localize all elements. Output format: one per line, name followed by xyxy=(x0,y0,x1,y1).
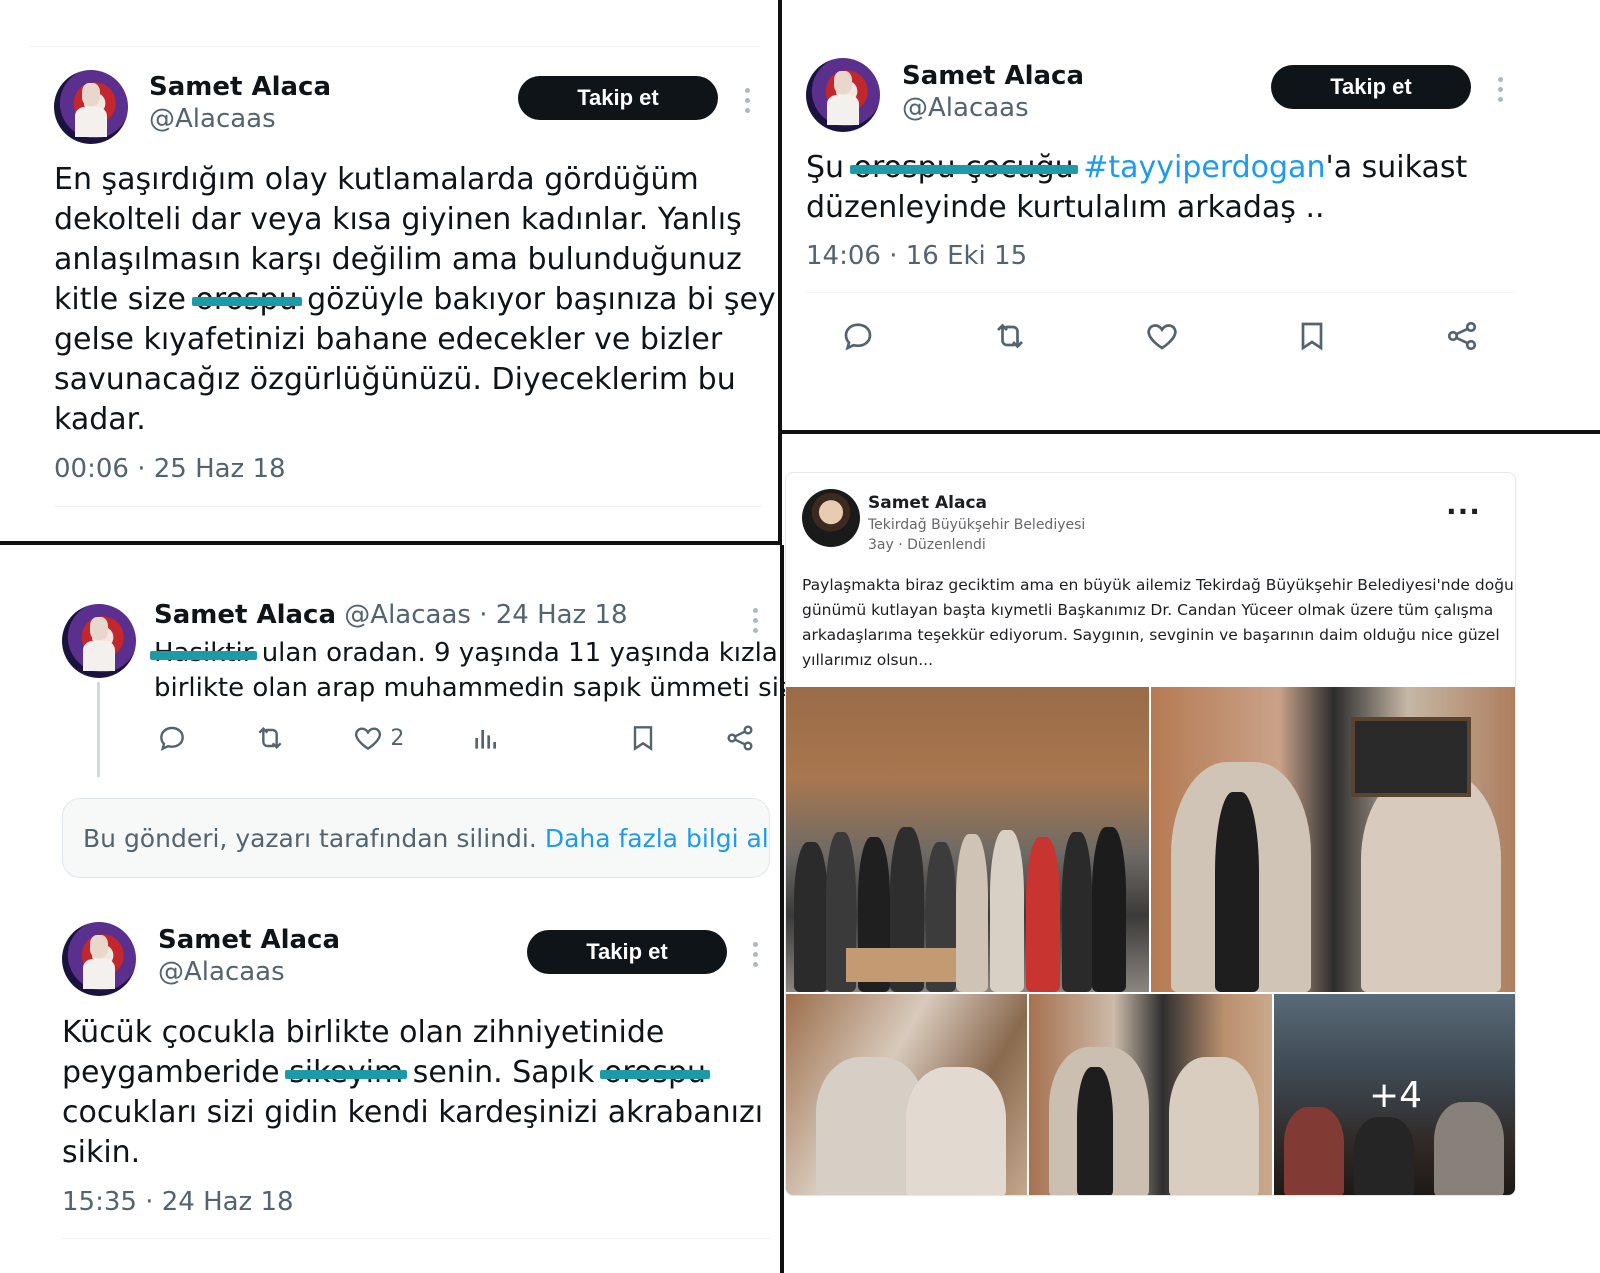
tweet1-text-line: dekolteli dar veya kısa giyinen kadınlar… xyxy=(54,202,742,237)
photo-dinner[interactable]: +4 xyxy=(1274,994,1515,1195)
tweet4-text-segment: senin. Sapık xyxy=(412,1055,595,1090)
retweet-icon[interactable] xyxy=(990,318,1030,354)
photo-group-celebration[interactable] xyxy=(786,687,1149,992)
tweet1-text-line: savunacağız özgürlüğünüzü. Diyeceklerim … xyxy=(54,362,736,397)
fb-author-name[interactable]: Samet Alaca xyxy=(868,493,987,513)
tweet3-text-line: birlikte olan arap muhammedin sapık ümme… xyxy=(154,673,800,703)
tweet4-text-line: peygamberide sikeyim senin. Sapık orospu xyxy=(62,1053,772,1093)
tweet1-top-separator xyxy=(30,46,760,47)
more-icon[interactable]: ··· xyxy=(1446,495,1481,528)
redacted-word: orospu çocuğu xyxy=(849,148,1078,188)
panel-divider-horizontal-right xyxy=(782,430,1600,434)
tweet3-text: Hasiktir ulan oradan. 9 yaşında 11 yaşın… xyxy=(149,636,800,706)
tweet2-name[interactable]: Samet Alaca xyxy=(902,61,1084,91)
fb-page-name[interactable]: Tekirdağ Büyükşehir Belediyesi xyxy=(868,517,1085,533)
tweet4-timestamp[interactable]: 15:35 · 24 Haz 18 xyxy=(62,1187,294,1217)
tweet4-text-line: cocukları sizi gidin kendi kardeşinizi a… xyxy=(62,1095,764,1130)
fb-avatar[interactable] xyxy=(802,489,860,547)
tweet1-timestamp[interactable]: 00:06 · 25 Haz 18 xyxy=(54,454,286,484)
photo-greeting[interactable] xyxy=(1029,994,1272,1195)
tweet4-bottom-separator xyxy=(62,1238,770,1239)
share-icon[interactable] xyxy=(724,722,756,754)
tweet1-follow-button[interactable]: Takip et xyxy=(518,76,718,120)
tweet2-handle[interactable]: @Alacaas xyxy=(902,93,1029,123)
tweet2-timestamp[interactable]: 14:06 · 16 Eki 15 xyxy=(806,241,1027,271)
tweet1-text-segment: gözüyle bakıyor başınıza bi şey xyxy=(307,282,776,317)
deleted-post-notice: Bu gönderi, yazarı tarafından silindi. D… xyxy=(62,798,770,878)
photo-handshake[interactable] xyxy=(1151,687,1515,992)
fb-text-line: günümü kutlayan başta kıymetli Başkanımı… xyxy=(802,601,1494,619)
tweet1-more-icon[interactable] xyxy=(745,88,751,113)
tweet3-name[interactable]: Samet Alaca xyxy=(154,600,336,630)
tweet3-action-bar: 2 xyxy=(156,722,756,754)
panel-divider-vertical-top xyxy=(778,0,782,545)
tweet2-text-segment: Şu xyxy=(806,150,845,185)
bookmark-icon[interactable] xyxy=(1294,318,1330,354)
tweet4-text: Kücük çocukla birlikte olan zihniyetinid… xyxy=(62,1013,772,1173)
redacted-word: orospu xyxy=(191,280,302,320)
deleted-notice-text: Bu gönderi, yazarı tarafından silindi. xyxy=(83,823,537,853)
tweet3-avatar[interactable] xyxy=(62,604,136,678)
share-icon[interactable] xyxy=(1444,318,1480,354)
like-icon[interactable] xyxy=(1144,318,1180,354)
tweet1-text-line: kadar. xyxy=(54,402,146,437)
tweet1-bottom-separator xyxy=(54,506,762,507)
tweet3-more-icon[interactable] xyxy=(753,608,759,633)
tweet4-avatar[interactable] xyxy=(62,922,136,996)
tweet2-text-line: Şu orospu çocuğu #tayyiperdogan'a suikas… xyxy=(806,148,1526,188)
tweet4-text-line: sikin. xyxy=(62,1135,141,1170)
tweet1-text-line: gelse kıyafetinizi bahane edecekler ve b… xyxy=(54,322,723,357)
tweet1-text-line: En şaşırdığım olay kutlamalarda gördüğüm xyxy=(54,162,699,197)
tweet1-name[interactable]: Samet Alaca xyxy=(149,72,331,102)
facebook-post-card: Samet Alaca Tekirdağ Büyükşehir Belediye… xyxy=(785,472,1516,1196)
tweet2-action-bar xyxy=(840,318,1480,354)
tweet3-text-line: Hasiktir ulan oradan. 9 yaşında 11 yaşın… xyxy=(149,636,778,671)
tweet1-text: En şaşırdığım olay kutlamalarda gördüğüm… xyxy=(54,160,776,440)
fb-text-line: yıllarımız olsun... xyxy=(802,651,934,669)
tweet4-name[interactable]: Samet Alaca xyxy=(158,925,340,955)
tweet2-text-segment: 'a suikast xyxy=(1325,150,1468,185)
tweet4-handle[interactable]: @Alacaas xyxy=(158,957,285,987)
like-icon[interactable]: 2 xyxy=(352,722,404,754)
redacted-word: Hasiktir xyxy=(149,636,258,671)
tweet4-more-icon[interactable] xyxy=(753,942,759,967)
photo-hug[interactable] xyxy=(786,994,1027,1195)
learn-more-link[interactable]: Daha fazla bilgi al xyxy=(545,824,769,853)
fb-post-time[interactable]: 3ay · Düzenlendi xyxy=(868,537,986,553)
tweet1-text-line: kitle size orospu gözüyle bakıyor başını… xyxy=(54,280,776,320)
tweet3-header: Samet Alaca @Alacaas · 24 Haz 18 xyxy=(154,600,628,630)
more-photos-overlay[interactable]: +4 xyxy=(1274,994,1515,1195)
tweet2-text-line: düzenleyinde kurtulalım arkadaş .. xyxy=(806,190,1325,225)
views-icon[interactable] xyxy=(470,722,502,754)
tweet4-text-segment: peygamberide xyxy=(62,1055,280,1090)
tweet4-follow-button[interactable]: Takip et xyxy=(527,930,727,974)
like-count: 2 xyxy=(390,725,405,751)
redacted-word: orospu xyxy=(599,1053,711,1093)
hashtag-link[interactable]: #tayyiperdogan xyxy=(1083,150,1325,185)
bookmark-icon[interactable] xyxy=(627,722,659,754)
redacted-word: sikeyim xyxy=(285,1053,408,1093)
tweet4-text-line: Kücük çocukla birlikte olan zihniyetinid… xyxy=(62,1015,665,1050)
reply-icon[interactable] xyxy=(840,318,876,354)
thread-connector-line xyxy=(97,682,100,777)
tweet3-handle-date[interactable]: @Alacaas · 24 Haz 18 xyxy=(344,600,627,630)
tweet2-separator xyxy=(806,292,1516,293)
panel-divider-horizontal-left xyxy=(0,541,782,545)
tweet2-text: Şu orospu çocuğu #tayyiperdogan'a suikas… xyxy=(806,148,1526,228)
fb-text-line: arkadaşlarıma teşekkür ediyorum. Saygını… xyxy=(802,626,1500,644)
tweet2-more-icon[interactable] xyxy=(1498,77,1504,102)
tweet1-avatar[interactable] xyxy=(54,70,128,144)
tweet2-avatar[interactable] xyxy=(806,58,880,132)
tweet2-follow-button[interactable]: Takip et xyxy=(1271,65,1471,109)
fb-post-text: Paylaşmakta biraz geciktim ama en büyük … xyxy=(802,573,1516,673)
reply-icon[interactable] xyxy=(156,722,188,754)
retweet-icon[interactable] xyxy=(253,722,287,754)
fb-text-line: Paylaşmakta biraz geciktim ama en büyük … xyxy=(802,576,1516,594)
tweet1-text-segment: kitle size xyxy=(54,282,186,317)
tweet1-text-line: anlaşılmasın karşı değilim ama bulunduğu… xyxy=(54,242,742,277)
tweet3-text-segment: ulan oradan. 9 yaşında 11 yaşında kızla xyxy=(261,638,778,668)
tweet1-handle[interactable]: @Alacaas xyxy=(149,104,276,134)
panel-divider-vertical-bottom xyxy=(780,545,784,1273)
